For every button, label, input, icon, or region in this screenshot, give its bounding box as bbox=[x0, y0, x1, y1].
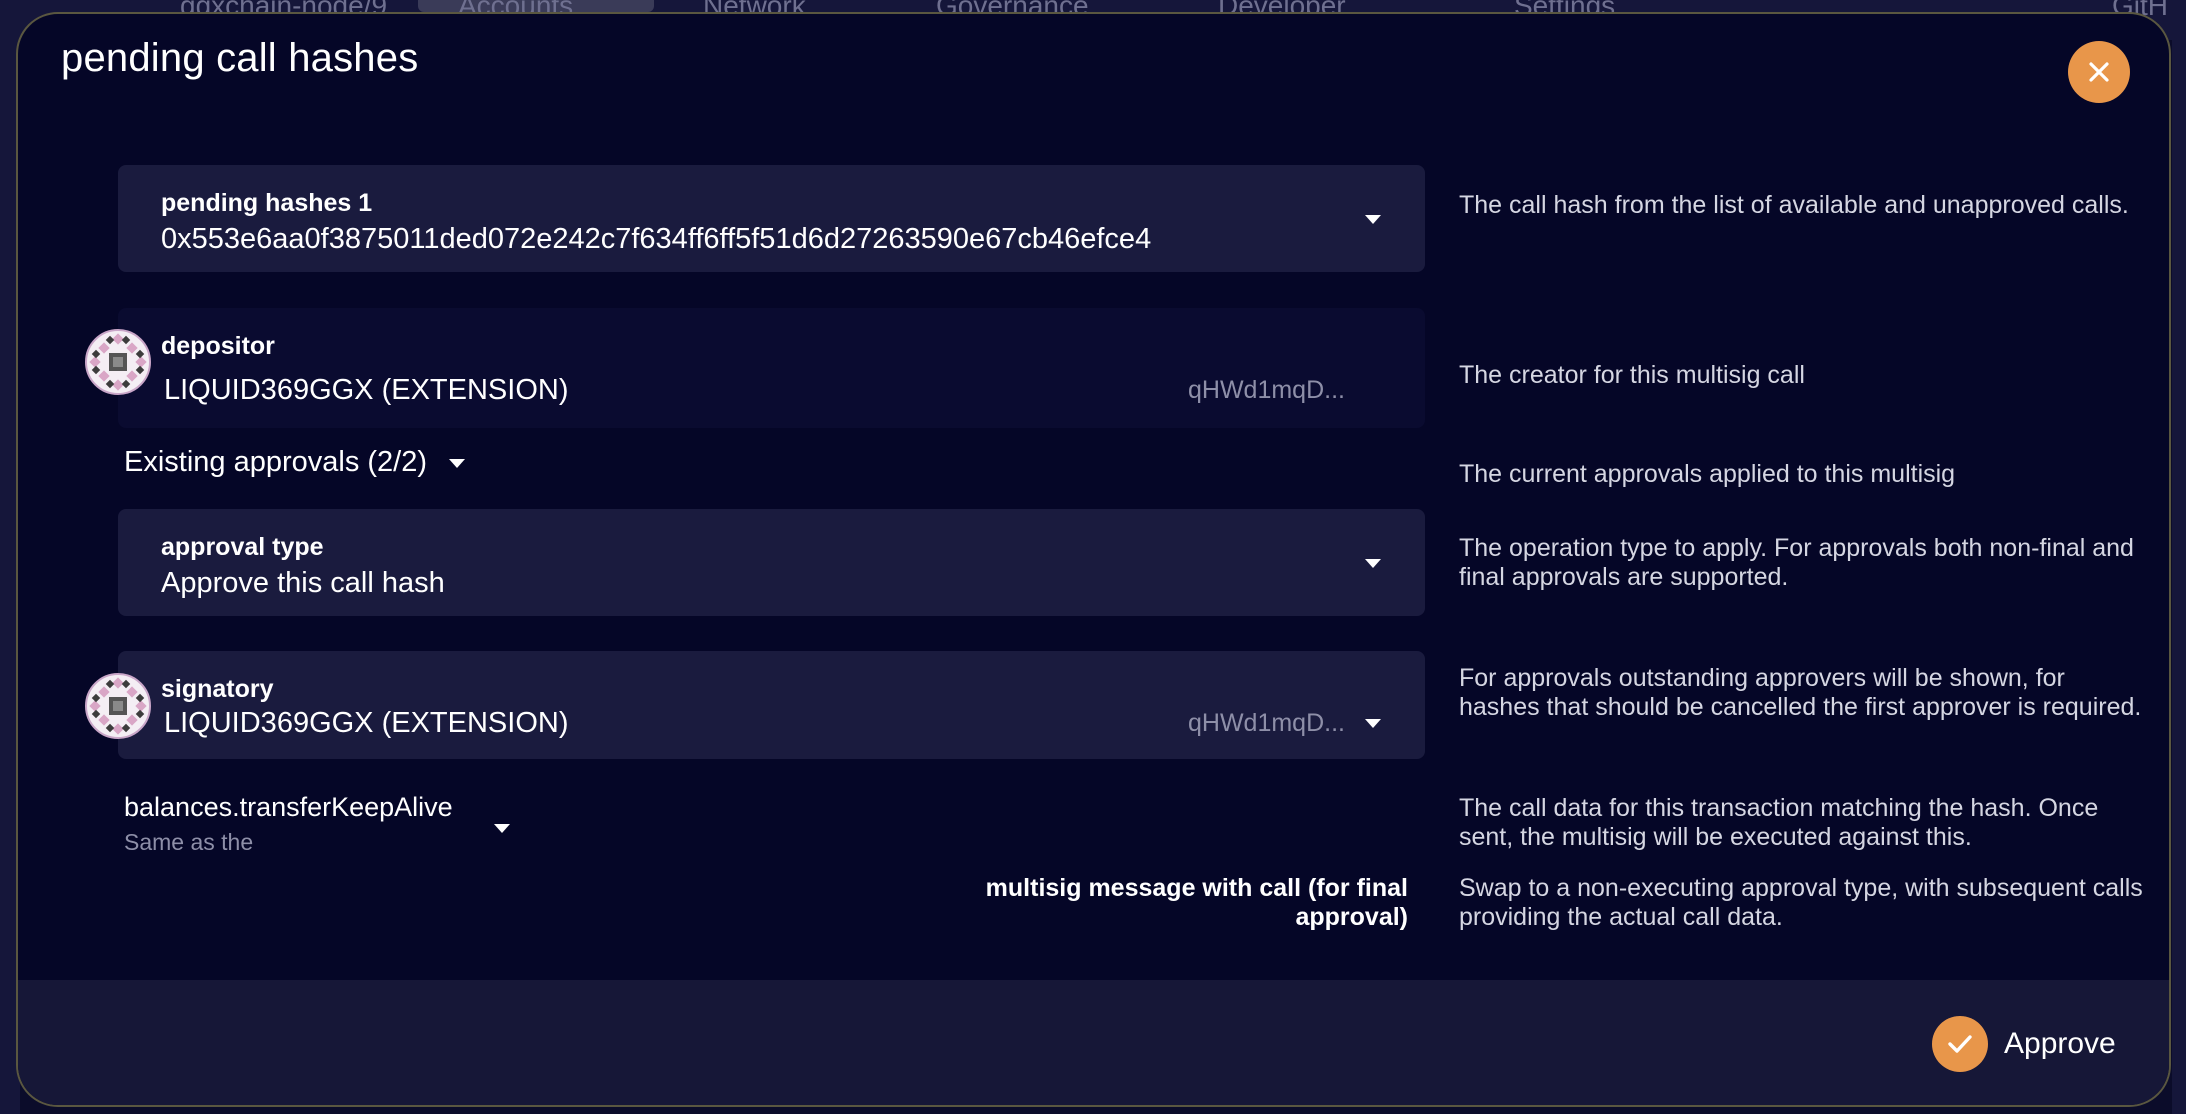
depositor-label: depositor bbox=[161, 332, 275, 360]
signatory-name: LIQUID369GGX (EXTENSION) bbox=[164, 707, 569, 739]
pending-hashes-dropdown[interactable]: pending hashes 1 0x553e6aa0f3875011ded07… bbox=[118, 165, 1425, 272]
approve-button[interactable]: Approve bbox=[1932, 1014, 2116, 1074]
existing-approvals-toggle[interactable]: Existing approvals (2/2) bbox=[124, 446, 466, 479]
signatory-help: For approvals outstanding approvers will… bbox=[1459, 664, 2142, 721]
depositor-help: The creator for this multisig call bbox=[1459, 361, 1805, 389]
modal-footer bbox=[18, 980, 2169, 1105]
multisig-message-help: Swap to a non-executing approval type, w… bbox=[1459, 874, 2143, 931]
pending-call-hashes-modal: pending call hashes pending hashes 1 0x5… bbox=[16, 12, 2171, 1107]
check-icon bbox=[1932, 1016, 1988, 1072]
chevron-down-icon bbox=[1365, 719, 1381, 728]
approval-type-help: The operation type to apply. For approva… bbox=[1459, 534, 2134, 591]
chevron-down-icon bbox=[1365, 559, 1381, 568]
depositor-name: LIQUID369GGX (EXTENSION) bbox=[164, 374, 569, 406]
approve-label: Approve bbox=[2004, 1027, 2116, 1060]
identicon-icon bbox=[89, 677, 147, 735]
existing-approvals-help: The current approvals applied to this mu… bbox=[1459, 460, 1956, 488]
chevron-down-icon bbox=[449, 459, 466, 468]
call-data-toggle[interactable]: balances.transferKeepAlive Same as the bbox=[124, 792, 510, 856]
existing-approvals-label: Existing approvals (2/2) bbox=[124, 446, 428, 478]
depositor-field: depositor LIQUID369GGX (EXTENSION) qHWd1… bbox=[118, 308, 1425, 428]
signatory-label: signatory bbox=[161, 675, 274, 703]
call-data-method: balances.transferKeepAlive bbox=[124, 792, 453, 822]
multisig-message-toggle-label[interactable]: multisig message with call (for final ap… bbox=[918, 874, 1408, 932]
signatory-avatar bbox=[85, 673, 151, 739]
pending-hashes-label: pending hashes 1 bbox=[161, 189, 373, 217]
approval-type-value: Approve this call hash bbox=[161, 567, 445, 599]
signatory-dropdown[interactable]: signatory LIQUID369GGX (EXTENSION) qHWd1… bbox=[118, 651, 1425, 759]
pending-hashes-value: 0x553e6aa0f3875011ded072e242c7f634ff6ff5… bbox=[161, 223, 1152, 255]
approval-type-dropdown[interactable]: approval type Approve this call hash bbox=[118, 509, 1425, 616]
approval-type-label: approval type bbox=[161, 533, 324, 561]
pending-hashes-help: The call hash from the list of available… bbox=[1459, 191, 2129, 219]
depositor-avatar bbox=[85, 329, 151, 395]
chevron-down-icon bbox=[1365, 215, 1381, 224]
modal-title: pending call hashes bbox=[61, 36, 419, 80]
call-data-subtitle: Same as the bbox=[124, 829, 254, 855]
close-icon bbox=[2089, 62, 2109, 82]
background-right-edge bbox=[2172, 40, 2186, 1114]
close-button[interactable] bbox=[2068, 41, 2130, 103]
chevron-down-icon bbox=[494, 824, 510, 833]
call-data-help: The call data for this transaction match… bbox=[1459, 794, 2099, 851]
identicon-icon bbox=[89, 333, 147, 391]
depositor-address: qHWd1mqD... bbox=[1188, 376, 1345, 404]
signatory-address: qHWd1mqD... bbox=[1188, 709, 1345, 737]
